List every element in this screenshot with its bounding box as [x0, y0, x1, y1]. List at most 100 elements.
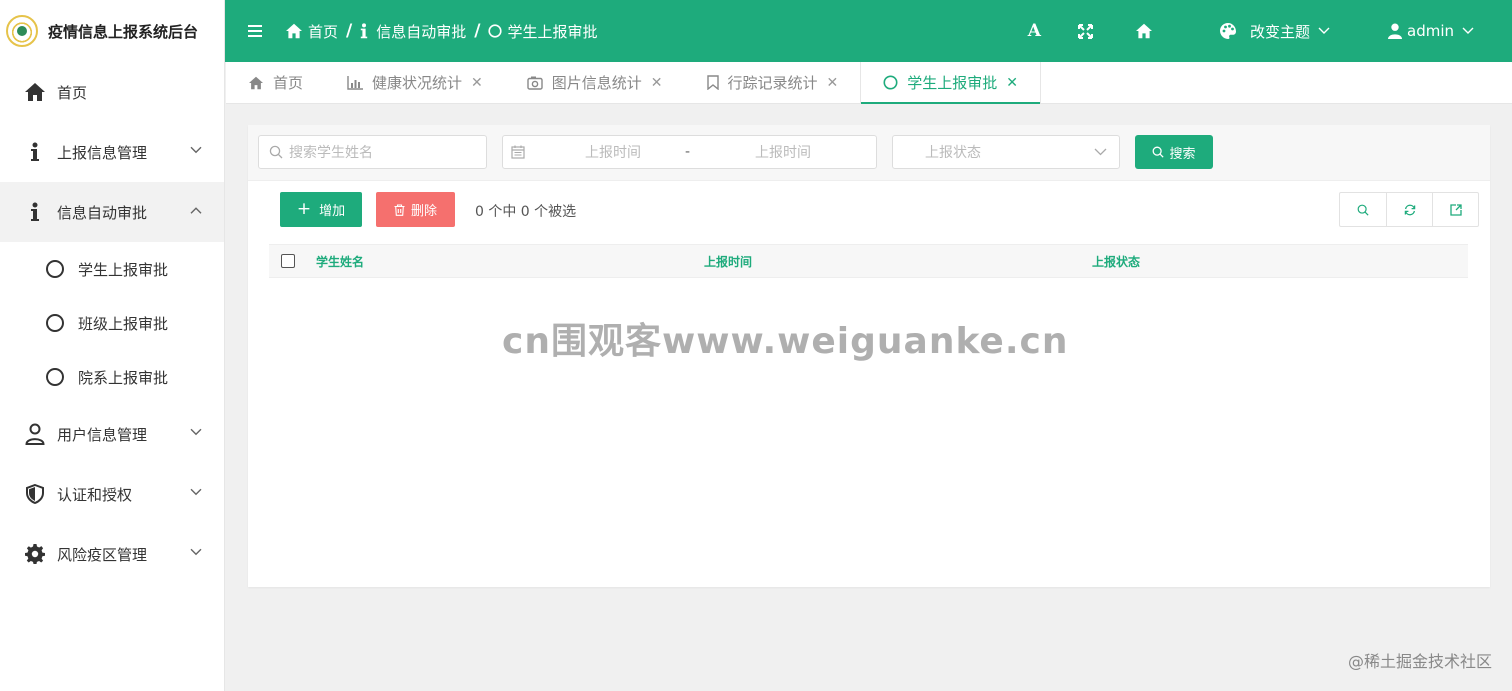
info-icon	[24, 201, 46, 223]
footer-watermark: @稀土掘金技术社区	[1347, 652, 1492, 671]
search-icon[interactable]	[1340, 193, 1386, 226]
breadcrumb: 首页 / 信息自动审批 / 学生上报审批	[285, 21, 597, 42]
status-placeholder: 上报状态	[925, 145, 981, 161]
bar-chart-icon	[347, 75, 364, 90]
info-icon	[24, 141, 46, 163]
theme-label: 改变主题	[1249, 22, 1310, 41]
add-button-label: 增加	[319, 204, 346, 219]
breadcrumb-current: 学生上报审批	[507, 22, 598, 41]
top-header: 首页 / 信息自动审批 / 学生上报审批 A 改变主题 admin	[225, 0, 1512, 62]
brand-title: 疫情信息上报系统后台	[48, 22, 199, 41]
sidebar-subitem-label: 班级上报审批	[78, 314, 169, 333]
circle-icon	[46, 368, 64, 386]
delete-button-label: 删除	[410, 204, 437, 219]
sidebar-item-user-management[interactable]: 用户信息管理	[0, 404, 224, 464]
close-icon[interactable]: ✕	[827, 75, 839, 91]
tab-label: 健康状况统计	[372, 74, 463, 92]
chevron-down-icon	[190, 426, 202, 439]
refresh-icon[interactable]	[1386, 193, 1432, 226]
user-dropdown[interactable]: admin	[1356, 0, 1512, 62]
tab-label: 学生上报审批	[907, 74, 998, 92]
home-icon	[24, 81, 46, 103]
sidebar-item-label: 信息自动审批	[57, 203, 148, 222]
home-icon	[248, 76, 264, 90]
font-size-button[interactable]: A	[1011, 0, 1058, 62]
report-date-range-picker[interactable]: 上报时间 - 上报时间	[502, 135, 877, 169]
circle-icon	[46, 314, 64, 332]
circle-icon	[46, 260, 64, 278]
filter-bar: 搜索学生姓名 上报时间 - 上报时间 上报状态 搜索	[248, 125, 1490, 181]
search-button[interactable]: 搜索	[1135, 135, 1213, 169]
tab-trace-stats[interactable]: 行踪记录统计 ✕	[685, 62, 861, 103]
sidebar-subitem-class-approval[interactable]: 班级上报审批	[0, 296, 224, 350]
sidebar-item-report-management[interactable]: 上报信息管理	[0, 122, 224, 182]
sidebar-subitem-department-approval[interactable]: 院系上报审批	[0, 350, 224, 404]
fullscreen-icon[interactable]	[1058, 0, 1113, 62]
column-header-report-status[interactable]: 上报状态	[1092, 253, 1140, 270]
select-all-checkbox[interactable]	[281, 254, 295, 268]
menu-toggle-icon[interactable]	[225, 24, 285, 38]
chevron-up-icon	[190, 204, 202, 217]
breadcrumb-separator: /	[346, 21, 353, 41]
add-button[interactable]: + 增加	[280, 192, 362, 227]
school-emblem-logo	[6, 15, 38, 47]
search-icon	[269, 145, 283, 159]
bookmark-icon	[706, 75, 719, 90]
user-name: admin	[1407, 22, 1454, 40]
breadcrumb-home[interactable]: 首页	[308, 21, 338, 42]
shield-icon	[24, 483, 46, 505]
sidebar-item-label: 用户信息管理	[57, 425, 148, 444]
circle-icon	[883, 75, 898, 90]
close-icon[interactable]: ✕	[651, 75, 663, 91]
tab-image-stats[interactable]: 图片信息统计 ✕	[505, 62, 685, 103]
sidebar-item-label: 上报信息管理	[57, 143, 148, 162]
table-header: 学生姓名 上报时间 上报状态	[269, 244, 1468, 278]
column-header-report-time[interactable]: 上报时间	[704, 253, 752, 270]
tab-student-approval[interactable]: 学生上报审批 ✕	[860, 62, 1042, 104]
sidebar-item-auto-approval[interactable]: 信息自动审批	[0, 182, 224, 242]
sidebar-item-auth[interactable]: 认证和授权	[0, 464, 224, 524]
sidebar-item-label: 首页	[57, 83, 88, 102]
brand[interactable]: 疫情信息上报系统后台	[0, 0, 224, 62]
breadcrumb-separator: /	[474, 21, 481, 41]
sidebar: 疫情信息上报系统后台 首页 上报信息管理 信息自动审批 学生上报审批 班级上报审…	[0, 0, 225, 691]
gear-icon	[24, 543, 46, 565]
header-actions: A 改变主题 admin	[1011, 0, 1512, 62]
date-start-placeholder: 上报时间	[585, 145, 641, 161]
sidebar-item-risk-area[interactable]: 风险疫区管理	[0, 524, 224, 584]
chevron-down-icon	[190, 546, 202, 559]
user-icon	[24, 423, 46, 445]
watermark: cn围观客www.weiguanke.cn	[502, 321, 1069, 362]
delete-button[interactable]: 删除	[376, 192, 455, 227]
chevron-down-icon	[190, 486, 202, 499]
home-icon[interactable]	[1113, 0, 1175, 62]
tab-label: 首页	[273, 74, 304, 92]
plus-icon: +	[296, 199, 312, 219]
sidebar-item-label: 认证和授权	[57, 485, 133, 504]
close-icon[interactable]: ✕	[471, 75, 483, 91]
date-end-placeholder: 上报时间	[755, 145, 811, 161]
close-icon[interactable]: ✕	[1006, 75, 1018, 91]
column-header-student-name[interactable]: 学生姓名	[316, 253, 364, 270]
theme-dropdown[interactable]: 改变主题	[1175, 0, 1356, 62]
sidebar-menu: 首页 上报信息管理 信息自动审批 学生上报审批 班级上报审批 院系上报审批 用户…	[0, 62, 224, 584]
date-separator: -	[685, 144, 691, 160]
breadcrumb-auto-approval[interactable]: 信息自动审批	[376, 21, 466, 42]
tab-bar: 首页 健康状况统计 ✕ 图片信息统计 ✕ 行踪记录统计 ✕ 学生上报审批 ✕	[226, 62, 1512, 104]
report-status-select[interactable]: 上报状态	[892, 135, 1120, 169]
sidebar-subitem-student-approval[interactable]: 学生上报审批	[0, 242, 224, 296]
tab-health-stats[interactable]: 健康状况统计 ✕	[325, 62, 505, 103]
tab-label: 图片信息统计	[551, 74, 642, 92]
student-name-search-input[interactable]: 搜索学生姓名	[258, 135, 487, 169]
palette-icon	[1219, 22, 1237, 40]
tab-label: 行踪记录统计	[727, 74, 818, 92]
user-icon	[1388, 23, 1402, 39]
calendar-icon	[511, 145, 525, 159]
camera-icon	[527, 76, 543, 90]
export-icon[interactable]	[1432, 193, 1478, 226]
table-toolbar: + 增加 删除 0 个中 0 个被选	[248, 181, 1490, 243]
selection-count: 0 个中 0 个被选	[475, 204, 577, 220]
search-placeholder: 搜索学生姓名	[289, 145, 373, 161]
sidebar-item-home[interactable]: 首页	[0, 62, 224, 122]
tab-home[interactable]: 首页	[226, 62, 325, 103]
